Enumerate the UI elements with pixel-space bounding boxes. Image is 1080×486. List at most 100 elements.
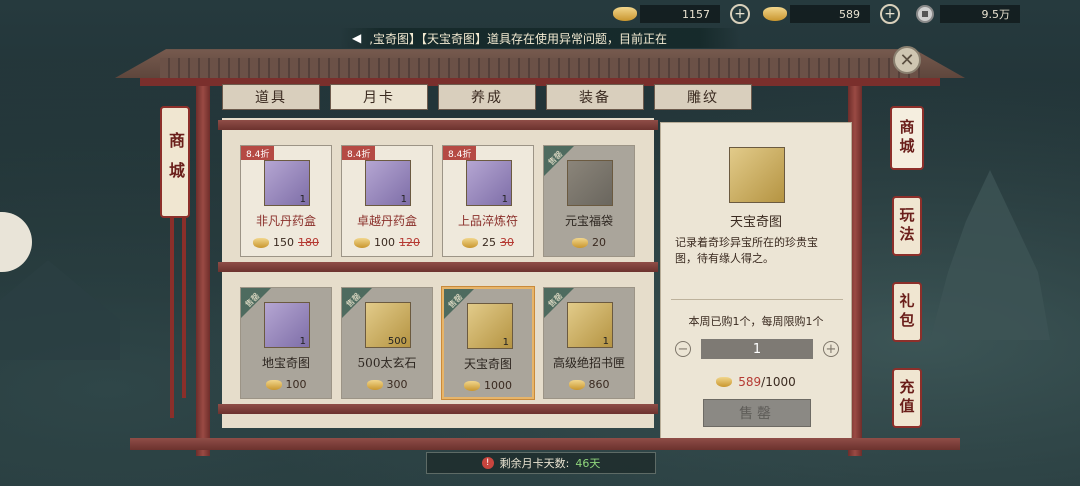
- currency-bar: 1157 + 589 + 9.5万: [610, 0, 1020, 28]
- item-qty: 1: [502, 337, 509, 348]
- item-price: 20: [592, 236, 606, 249]
- shop-item-selected[interactable]: 1 售罄 天宝奇图 1000: [442, 287, 534, 399]
- item-qty: 1: [299, 336, 306, 347]
- discount-badge: 8.4折: [241, 146, 275, 160]
- item-qty: 500: [387, 336, 407, 347]
- increase-quantity-button[interactable]: +: [823, 341, 839, 357]
- discount-badge: 8.4折: [443, 146, 477, 160]
- pillar-left: [196, 86, 210, 456]
- price-row: 25 30: [443, 236, 533, 249]
- side-tab-giftpack[interactable]: 礼包: [892, 282, 922, 342]
- medicine-box-icon: 1: [264, 160, 310, 206]
- shop-item[interactable]: 1 8.4折 非凡丹药盒 150 180: [240, 145, 332, 257]
- remaining-days: 46天: [575, 457, 601, 470]
- item-price: 860: [588, 378, 610, 391]
- tab-monthly-card[interactable]: 月卡: [330, 84, 428, 110]
- item-name: 地宝奇图: [261, 356, 310, 370]
- close-icon: ✕: [899, 49, 915, 71]
- announcement-text: ,宝奇图】【天宝奇图】道具存在使用异常问题，目前正在: [369, 31, 668, 46]
- item-old-price: 120: [399, 236, 420, 249]
- add-silver-button[interactable]: +: [880, 4, 900, 24]
- gold-ingot-icon: [265, 379, 282, 390]
- roof-tiles: [160, 58, 920, 78]
- shop-item[interactable]: 1 售罄 地宝奇图 100: [240, 287, 332, 399]
- gold-ingot-icon: [572, 237, 588, 248]
- silver-ingot-icon: [760, 3, 790, 25]
- medicine-box-icon: 1: [365, 160, 411, 206]
- gold-ingot-icon: [462, 237, 478, 248]
- item-name: 元宝福袋: [564, 214, 613, 228]
- item-price: 300: [386, 378, 408, 391]
- buy-button[interactable]: 售罄: [703, 399, 811, 427]
- item-price: 100: [374, 236, 395, 249]
- item-name: 高级绝招书匣: [552, 356, 625, 370]
- price-row: 150 180: [241, 236, 331, 249]
- item-detail-panel: 天宝奇图 记录着奇珍异宝所在的珍贵宝图，待有缘人得之。 本周已购1个，每周限购1…: [660, 122, 852, 440]
- frame-base: [130, 438, 960, 450]
- detail-description: 记录着奇珍异宝所在的珍贵宝图，待有缘人得之。: [675, 236, 818, 265]
- treasure-map-icon: [729, 147, 785, 203]
- side-tab-shop[interactable]: 商城: [890, 106, 924, 170]
- gold-ingot-icon: [568, 379, 585, 390]
- item-name: 上品淬炼符: [457, 214, 518, 228]
- warning-icon: !: [481, 457, 494, 469]
- price-row: 100: [241, 378, 331, 391]
- purchase-limit: 本周已购1个，每周限购1个: [688, 315, 824, 328]
- shop-item[interactable]: 500 售罄 500太玄石 300: [341, 287, 433, 399]
- tab-items[interactable]: 道具: [222, 84, 320, 110]
- item-price: 100: [285, 378, 307, 391]
- close-button[interactable]: ✕: [893, 46, 921, 74]
- detail-item-name: 天宝奇图: [729, 215, 782, 230]
- item-price: 1000: [484, 379, 512, 392]
- item-old-price: 180: [298, 236, 319, 249]
- item-price: 25: [482, 236, 496, 249]
- price-row: 860: [544, 378, 634, 391]
- owned-amount: 589: [738, 375, 762, 389]
- gold-ingot-icon: [354, 237, 370, 248]
- shelf-bottom: [218, 404, 658, 414]
- shop-item[interactable]: 售罄 元宝福袋 20: [543, 145, 635, 257]
- add-gold-button[interactable]: +: [730, 4, 750, 24]
- currency-gold-value: 1157: [640, 5, 720, 23]
- tassel-left: [170, 218, 174, 418]
- shop-item[interactable]: 1 8.4折 上品淬炼符 25 30: [442, 145, 534, 257]
- currency-silver: 589 +: [760, 3, 910, 25]
- item-name: 非凡丹药盒: [255, 214, 316, 228]
- shop-item[interactable]: 1 售罄 高级绝招书匣 860: [543, 287, 635, 399]
- quantity-stepper[interactable]: 1: [701, 339, 813, 359]
- side-tab-gameplay[interactable]: 玩法: [892, 196, 922, 256]
- shop-item[interactable]: 1 8.4折 卓越丹药盒 100 120: [341, 145, 433, 257]
- tab-cultivation[interactable]: 养成: [438, 84, 536, 110]
- currency-coin-value: 9.5万: [940, 5, 1020, 23]
- price-row: 300: [342, 378, 432, 391]
- divider: [671, 299, 843, 300]
- remaining-label: 剩余月卡天数:: [499, 457, 570, 470]
- gold-ingot-icon: [253, 237, 269, 248]
- gold-ingot-icon: [464, 380, 480, 391]
- tab-engraving[interactable]: 雕纹: [654, 84, 752, 110]
- tassel-left-2: [182, 218, 186, 398]
- shelf-middle: [218, 262, 658, 272]
- gold-ingot-icon: [366, 379, 383, 390]
- tab-equipment[interactable]: 装备: [546, 84, 644, 110]
- item-name: 卓越丹药盒: [356, 214, 417, 228]
- currency-gold: 1157 +: [610, 3, 760, 25]
- discount-badge: 8.4折: [342, 146, 376, 160]
- item-name: 天宝奇图: [463, 357, 512, 371]
- price-row: 20: [544, 236, 634, 249]
- price-row: 1000: [444, 379, 532, 392]
- side-tab-recharge[interactable]: 充值: [892, 368, 922, 428]
- category-tabs: 道具 月卡 养成 装备 雕纹: [222, 84, 752, 110]
- decrease-quantity-button[interactable]: −: [675, 341, 691, 357]
- item-old-price: 30: [500, 236, 514, 249]
- cost-row: 589/1000: [661, 375, 851, 389]
- item-price: 150: [273, 236, 294, 249]
- megaphone-icon: ◀: [352, 31, 362, 45]
- item-qty: 1: [299, 194, 306, 205]
- shop-title-scroll: 商城: [160, 106, 190, 218]
- item-qty: 1: [501, 194, 508, 205]
- talisman-icon: 1: [466, 160, 512, 206]
- currency-silver-value: 589: [790, 5, 870, 23]
- price-row: 100 120: [342, 236, 432, 249]
- monthly-card-remaining: ! 剩余月卡天数: 46天: [426, 452, 656, 474]
